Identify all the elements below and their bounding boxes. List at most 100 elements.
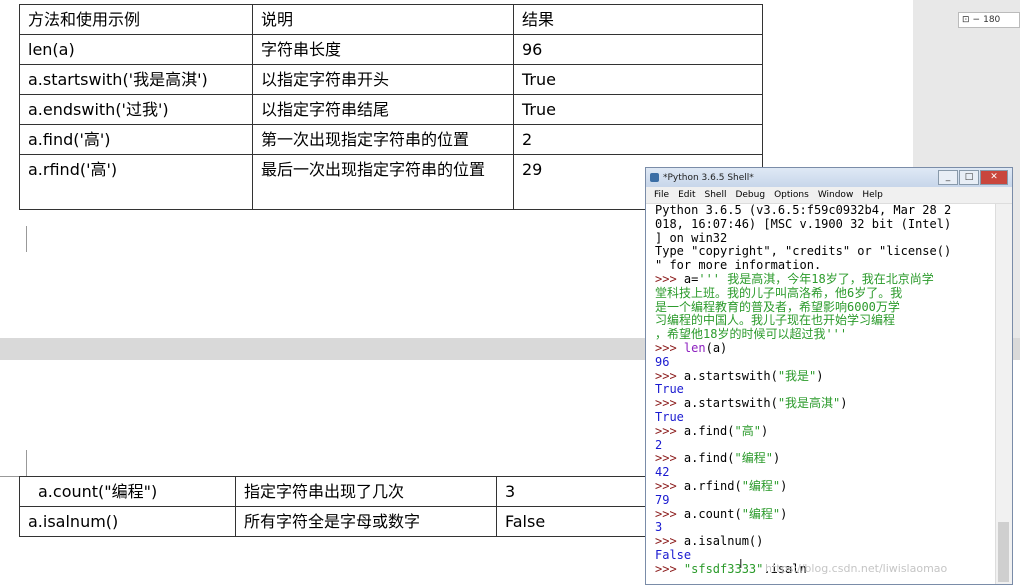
table-row: a.isalnum() 所有字符全是字母或数字 False bbox=[19, 506, 746, 537]
menu-help[interactable]: Help bbox=[862, 190, 883, 200]
shell-token: 2 bbox=[655, 437, 663, 452]
shell-token: >>> bbox=[655, 396, 684, 411]
shell-line: >>> a.find("高") bbox=[655, 423, 985, 439]
table-header-row: 方法和使用示例 说明 结果 bbox=[19, 4, 763, 35]
table-row: a.find('高') 第一次出现指定字符串的位置 2 bbox=[19, 124, 763, 155]
shell-token: "sfsdf3333" bbox=[683, 561, 764, 576]
shell-line: >>> len(a) bbox=[655, 340, 985, 356]
menu-debug[interactable]: Debug bbox=[735, 190, 765, 200]
shell-token: a.startswith( bbox=[683, 396, 778, 411]
table-row: a.count("编程") 指定字符串出现了几次 3 bbox=[19, 476, 746, 507]
menu-bar: File Edit Shell Debug Options Window Hel… bbox=[646, 187, 1012, 204]
shell-token: >>> bbox=[655, 561, 684, 576]
shell-line: 79 bbox=[655, 493, 985, 508]
table-row: a.endswith('过我') 以指定字符串结尾 True bbox=[19, 94, 763, 125]
shell-token: >>> bbox=[655, 506, 684, 521]
shell-token: ) bbox=[840, 396, 848, 411]
shell-token: ] on win32 bbox=[655, 230, 728, 245]
vertical-scrollbar[interactable] bbox=[995, 204, 1012, 584]
menu-options[interactable]: Options bbox=[774, 190, 809, 200]
table-cell: 以指定字符串开头 bbox=[252, 64, 514, 95]
shell-token: True bbox=[655, 382, 684, 397]
maximize-button[interactable]: □ bbox=[959, 170, 979, 185]
shell-token: 42 bbox=[655, 465, 670, 480]
python-shell-window[interactable]: *Python 3.6.5 Shell* _ □ ✕ File Edit She… bbox=[645, 167, 1013, 585]
shell-token: a.startswith( bbox=[683, 368, 778, 383]
header-cell: 说明 bbox=[252, 4, 514, 35]
shell-line: " for more information. bbox=[655, 258, 985, 273]
shell-token: ) bbox=[760, 423, 769, 438]
shell-text-area[interactable]: Python 3.6.5 (v3.6.5:f59c0932b4, Mar 28 … bbox=[655, 203, 985, 584]
shell-token: 习编程的中国人。我儿子现在也开始学习编程 bbox=[655, 313, 896, 328]
shell-token: False bbox=[655, 547, 692, 562]
python-icon bbox=[650, 173, 659, 182]
shell-token: "我是高淇" bbox=[777, 396, 841, 411]
shell-token: 018, 16:07:46) [MSC v.1900 32 bit (Intel… bbox=[655, 216, 952, 231]
shell-token: (a) bbox=[705, 340, 728, 355]
shell-token: a.find( bbox=[683, 423, 735, 438]
shell-line: >>> a.isalnum() bbox=[655, 534, 985, 549]
shell-token: >>> bbox=[655, 534, 684, 549]
shell-token: ，希望他18岁的时候可以超过我''' bbox=[655, 327, 848, 342]
menu-shell[interactable]: Shell bbox=[705, 190, 727, 200]
shell-token: >>> bbox=[655, 340, 684, 355]
shell-token: " for more information. bbox=[655, 258, 822, 273]
table-cell: 以指定字符串结尾 bbox=[252, 94, 514, 125]
shell-line: >>> a.startswith("我是") bbox=[655, 368, 985, 384]
table-cell: len(a) bbox=[19, 34, 253, 65]
table-cell: 最后一次出现指定字符串的位置 bbox=[252, 154, 514, 210]
table-cell: a.endswith('过我') bbox=[19, 94, 253, 125]
shell-token: "编程" bbox=[734, 451, 773, 466]
menu-edit[interactable]: Edit bbox=[678, 190, 695, 200]
header-cell: 方法和使用示例 bbox=[19, 4, 253, 35]
methods-table-continued: a.count("编程") 指定字符串出现了几次 3 a.isalnum() 所… bbox=[19, 476, 746, 537]
table-cell: 2 bbox=[513, 124, 763, 155]
shell-token: ) bbox=[780, 506, 788, 521]
shell-token: a.count( bbox=[683, 506, 742, 521]
shell-token: a.rfind( bbox=[683, 478, 742, 493]
close-button[interactable]: ✕ bbox=[980, 170, 1008, 185]
shell-token: 是一个编程教育的普及者，希望影响6000万学 bbox=[655, 299, 900, 314]
shell-token: >>> bbox=[655, 423, 684, 438]
shell-line: >>> a.startswith("我是高淇") bbox=[655, 396, 985, 411]
shell-token: 堂科技上班。我的儿子叫高洛希，他6岁了。我 bbox=[655, 285, 903, 300]
zoom-out-icon[interactable]: − bbox=[973, 15, 981, 25]
table-cell: a.rfind('高') bbox=[19, 154, 253, 210]
shell-token: a.isalnum() bbox=[683, 534, 764, 549]
shell-token: len bbox=[683, 340, 706, 355]
shell-line: True bbox=[655, 409, 985, 425]
shell-token: ) bbox=[780, 478, 788, 493]
page-corner-mark bbox=[0, 226, 27, 252]
watermark: https://blog.csdn.net/liwislaomao bbox=[765, 562, 948, 575]
scrollbar-thumb[interactable] bbox=[998, 522, 1009, 582]
shell-token: "编程" bbox=[741, 506, 781, 521]
table-cell: 第一次出现指定字符串的位置 bbox=[252, 124, 514, 155]
shell-line: False bbox=[655, 547, 985, 563]
shell-token: Python 3.6.5 (v3.6.5:f59c0932b4, Mar 28 … bbox=[655, 203, 952, 217]
shell-token: True bbox=[655, 409, 684, 424]
zoom-fit-icon[interactable]: ⊡ bbox=[962, 15, 970, 25]
table-cell: 字符串长度 bbox=[252, 34, 514, 65]
shell-token: Type "copyright", "credits" or "license(… bbox=[655, 244, 952, 259]
table-cell: 96 bbox=[513, 34, 763, 65]
shell-token: ) bbox=[772, 451, 781, 466]
shell-token: 3 bbox=[655, 520, 663, 535]
shell-line: 018, 16:07:46) [MSC v.1900 32 bit (Intel… bbox=[655, 216, 985, 232]
shell-token: >>> bbox=[655, 368, 684, 383]
shell-token: a.find( bbox=[683, 451, 735, 466]
menu-file[interactable]: File bbox=[654, 190, 669, 200]
shell-token: 96 bbox=[655, 354, 670, 369]
menu-window[interactable]: Window bbox=[818, 190, 854, 200]
shell-line: >>> a.find("编程") bbox=[655, 451, 985, 466]
shell-token: >>> bbox=[655, 478, 684, 493]
shell-token: >>> bbox=[655, 271, 684, 286]
shell-titlebar[interactable]: *Python 3.6.5 Shell* _ □ ✕ bbox=[646, 168, 1012, 187]
shell-token: a= bbox=[683, 271, 699, 286]
page-corner-mark bbox=[0, 450, 27, 477]
table-cell: 指定字符串出现了几次 bbox=[235, 476, 497, 507]
text-cursor-icon: I bbox=[739, 557, 743, 571]
minimize-button[interactable]: _ bbox=[938, 170, 958, 185]
zoom-control[interactable]: ⊡ − 180 bbox=[958, 12, 1020, 28]
table-cell: a.startswith('我是高淇') bbox=[19, 64, 253, 95]
table-row: a.startswith('我是高淇') 以指定字符串开头 True bbox=[19, 64, 763, 95]
